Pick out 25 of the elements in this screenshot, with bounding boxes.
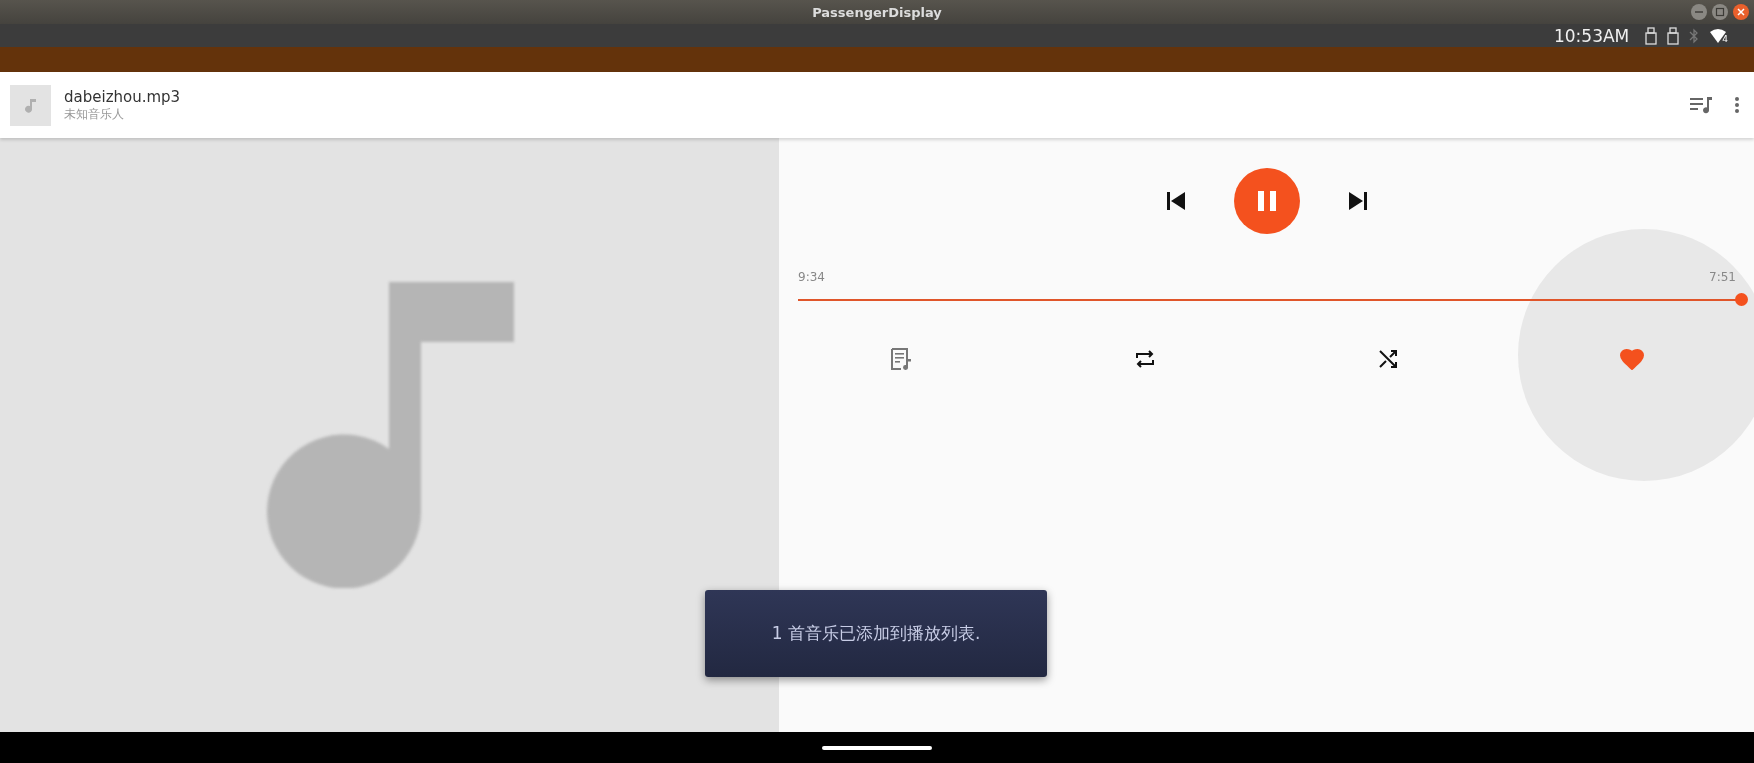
close-icon[interactable] [1732,3,1750,21]
clock: 10:53AM [1553,25,1630,46]
next-icon[interactable] [1347,191,1368,211]
elapsed-time: 9:34 [798,270,825,284]
previous-icon[interactable] [1165,191,1186,211]
lyrics-icon[interactable] [889,348,912,370]
toast-message: 1 首音乐已添加到播放列表. [705,590,1047,677]
usb-drive-icon[interactable] [1667,26,1680,45]
shuffle-icon[interactable] [1377,348,1400,370]
repeat-icon[interactable] [1133,348,1156,370]
queue-icon[interactable] [1690,96,1712,114]
seek-bar[interactable] [798,293,1749,307]
track-title: dabeizhou.mp3 [64,87,182,106]
window-title: PassengerDisplay [812,4,942,20]
minimize-icon[interactable] [1690,3,1708,21]
home-handle[interactable] [822,745,932,750]
wifi-icon[interactable]: 4 [1709,27,1728,44]
artist-name: 未知音乐人 [64,105,125,123]
heart-icon[interactable] [1620,348,1645,370]
more-menu-icon[interactable] [1734,96,1740,114]
usb-drive-icon[interactable] [1645,26,1658,45]
pause-icon [1255,190,1278,212]
album-thumbnail [10,84,51,126]
bluetooth-icon[interactable] [1689,26,1700,45]
total-duration: 7:51 [1709,270,1736,284]
